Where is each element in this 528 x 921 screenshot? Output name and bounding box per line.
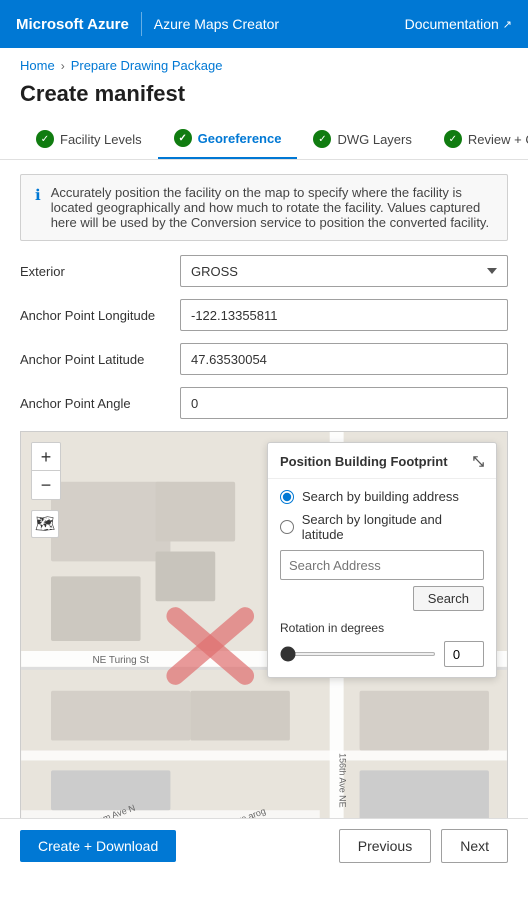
form-section: Exterior GROSS Anchor Point Longitude An…: [0, 255, 528, 419]
rotation-label: Rotation in degrees: [280, 621, 484, 635]
step-facility-levels[interactable]: ✓ Facility Levels: [20, 120, 158, 158]
collapse-icon[interactable]: ⤡: [473, 453, 484, 470]
product-name: Azure Maps Creator: [154, 16, 279, 32]
anchor-angle-row: Anchor Point Angle: [20, 387, 508, 419]
search-button[interactable]: Search: [413, 586, 484, 611]
step-georeference[interactable]: ✓ Georeference: [158, 119, 298, 159]
exterior-select[interactable]: GROSS: [180, 255, 508, 287]
anchor-lng-row: Anchor Point Longitude: [20, 299, 508, 331]
zoom-out-button[interactable]: −: [32, 471, 60, 499]
external-link-icon: ↗: [503, 18, 512, 31]
svg-text:NE Turing St: NE Turing St: [92, 655, 149, 666]
breadcrumb: Home › Prepare Drawing Package: [0, 48, 528, 77]
step-check-icon: ✓: [174, 129, 192, 147]
radio-lng-lat[interactable]: Search by longitude and latitude: [280, 512, 484, 542]
anchor-lat-row: Anchor Point Latitude: [20, 343, 508, 375]
anchor-angle-label: Anchor Point Angle: [20, 396, 180, 411]
nav-divider: [141, 12, 142, 36]
radio-building-address-input[interactable]: [280, 490, 294, 504]
exterior-row: Exterior GROSS: [20, 255, 508, 287]
step-check-icon: ✓: [444, 130, 462, 148]
map-container[interactable]: NE Turing St NE 28th St 156th Ave NE Gra…: [20, 431, 508, 861]
position-panel: Position Building Footprint ⤡ Search by …: [267, 442, 497, 678]
step-review-create[interactable]: ✓ Review + Create: [428, 120, 528, 158]
anchor-angle-input[interactable]: [180, 387, 508, 419]
page-title: Create manifest: [0, 77, 528, 119]
search-address-input[interactable]: [280, 550, 484, 580]
anchor-lng-label: Anchor Point Longitude: [20, 308, 180, 323]
position-panel-header: Position Building Footprint ⤡: [268, 443, 496, 479]
step-dwg-layers[interactable]: ✓ DWG Layers: [297, 120, 427, 158]
steps-nav: ✓ Facility Levels ✓ Georeference ✓ DWG L…: [0, 119, 528, 160]
anchor-lat-label: Anchor Point Latitude: [20, 352, 180, 367]
map-layer-icon[interactable]: 🗺: [31, 510, 59, 538]
info-box: ℹ Accurately position the facility on th…: [20, 174, 508, 241]
radio-lng-lat-input[interactable]: [280, 520, 294, 534]
bottom-bar: Create + Download Previous Next: [0, 818, 528, 873]
breadcrumb-separator: ›: [61, 59, 65, 73]
zoom-in-button[interactable]: +: [32, 443, 60, 471]
previous-button[interactable]: Previous: [339, 829, 431, 863]
svg-text:156th Ave NE: 156th Ave NE: [338, 753, 348, 808]
rotation-input[interactable]: [444, 641, 484, 667]
brand-name: Microsoft Azure: [16, 16, 129, 33]
documentation-link[interactable]: Documentation ↗: [405, 16, 512, 32]
breadcrumb-home[interactable]: Home: [20, 58, 55, 73]
rotation-row: [280, 641, 484, 667]
anchor-lat-input[interactable]: [180, 343, 508, 375]
rotation-slider[interactable]: [280, 652, 436, 656]
top-navigation: Microsoft Azure Azure Maps Creator Docum…: [0, 0, 528, 48]
step-check-icon: ✓: [36, 130, 54, 148]
create-download-button[interactable]: Create + Download: [20, 830, 176, 862]
map-zoom-controls: + −: [31, 442, 61, 500]
position-panel-title: Position Building Footprint: [280, 454, 448, 469]
radio-building-address[interactable]: Search by building address: [280, 489, 484, 504]
info-icon: ℹ: [35, 186, 41, 230]
next-button[interactable]: Next: [441, 829, 508, 863]
exterior-label: Exterior: [20, 264, 180, 279]
anchor-lng-input[interactable]: [180, 299, 508, 331]
position-panel-body: Search by building address Search by lon…: [268, 479, 496, 677]
step-check-icon: ✓: [313, 130, 331, 148]
breadcrumb-current[interactable]: Prepare Drawing Package: [71, 58, 223, 73]
